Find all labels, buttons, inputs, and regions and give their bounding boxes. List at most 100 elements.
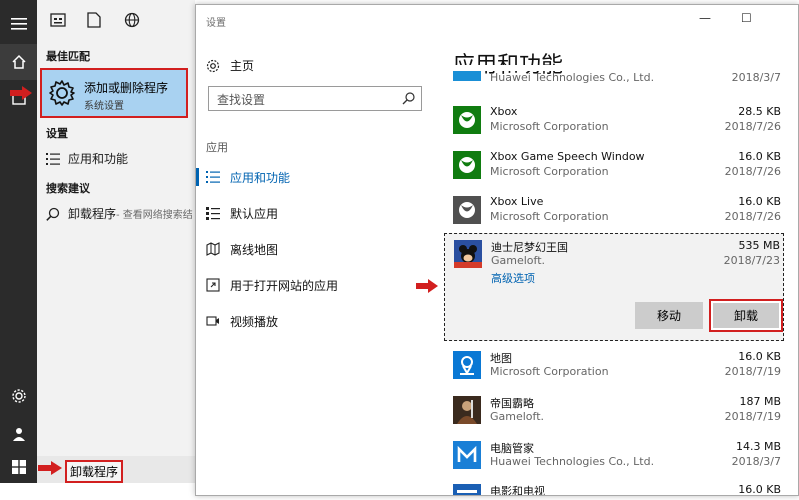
document-filter-icon[interactable] — [87, 12, 105, 30]
map-icon — [206, 242, 220, 256]
app-list-item[interactable]: 地图 Microsoft Corporation 16.0 KB 2018/7/… — [444, 345, 784, 390]
start-rail — [0, 0, 37, 500]
app-name: Xbox — [490, 105, 518, 118]
settings-result-label: 应用和功能 — [68, 152, 129, 166]
app-name: 电影和电视 — [490, 485, 545, 495]
disney-game-icon — [454, 240, 482, 268]
settings-search-input[interactable]: 查找设置 — [208, 86, 422, 111]
open-link-icon — [206, 278, 220, 292]
hamburger-menu-icon[interactable] — [0, 6, 37, 42]
app-publisher: Gameloft. — [490, 410, 545, 423]
app-date: 2018/7/26 — [724, 165, 781, 178]
app-list-item[interactable]: Xbox Microsoft Corporation 28.5 KB 2018/… — [444, 100, 784, 145]
app-list-item-partial[interactable]: 电影和电视 16.0 KB — [444, 478, 784, 495]
maximize-button[interactable]: ☐ — [741, 11, 752, 25]
app-date: 2018/3/7 — [731, 71, 781, 84]
app-size: 16.0 KB — [738, 150, 781, 163]
movies-tv-icon — [453, 484, 481, 495]
nav-home-label: 主页 — [230, 59, 255, 73]
video-icon — [206, 316, 219, 326]
app-date: 2018/3/7 — [731, 455, 781, 468]
nav-item-video-playback[interactable]: 视频播放 — [196, 303, 436, 339]
minimize-button[interactable]: — — [699, 11, 711, 25]
app-publisher: Microsoft Corporation — [490, 120, 609, 133]
app-list-item[interactable]: 帝国霸略 Gameloft. 187 MB 2018/7/19 — [444, 390, 784, 435]
taskbar-strip — [0, 483, 195, 500]
app-list-item[interactable]: 电脑管家 Huawei Technologies Co., Ltd. 14.3 … — [444, 435, 784, 480]
callout-arrow-icon — [38, 461, 62, 475]
app-size: 535 MB — [738, 239, 780, 252]
app-size: 16.0 KB — [738, 350, 781, 363]
empire-game-icon — [453, 396, 481, 424]
home-gear-icon — [206, 59, 220, 72]
nav-category-label: 应用 — [206, 141, 228, 154]
apps-filter-icon[interactable] — [50, 12, 68, 30]
app-size: 16.0 KB — [738, 195, 781, 208]
app-size: 28.5 KB — [738, 105, 781, 118]
app-list-item[interactable]: Xbox Live Microsoft Corporation 16.0 KB … — [444, 190, 784, 235]
app-name: 地图 — [490, 352, 512, 365]
nav-home[interactable]: 主页 — [206, 57, 254, 74]
best-match-title: 添加或删除程序 — [84, 81, 169, 95]
settings-gear-icon[interactable] — [0, 378, 37, 414]
web-suggestion[interactable]: 卸载程序 - 查看网络搜索结 — [46, 205, 193, 222]
app-name: 帝国霸略 — [490, 397, 534, 410]
nav-selection-indicator — [196, 168, 199, 186]
gear-icon — [49, 80, 75, 106]
settings-result-apps-features[interactable]: 应用和功能 — [46, 150, 128, 167]
app-size: 14.3 MB — [735, 440, 781, 453]
user-icon[interactable] — [0, 416, 37, 452]
app-size: 187 MB — [739, 395, 781, 408]
screenshot-root: 最佳匹配 添加或删除程序 系统设置 设置 应用和功能 搜索建议 卸载程序 - 查… — [0, 0, 799, 500]
list-icon — [206, 171, 220, 183]
search-icon — [46, 207, 60, 221]
nav-item-offline-maps[interactable]: 离线地图 — [196, 231, 436, 267]
callout-arrow-icon — [416, 279, 438, 293]
home-icon[interactable] — [0, 44, 37, 80]
app-name: Xbox Game Speech Window — [490, 150, 645, 163]
app-publisher: Microsoft Corporation — [490, 210, 609, 223]
settings-heading: 设置 — [46, 127, 68, 140]
uninstall-button-label: 卸载 — [713, 303, 779, 328]
settings-search-placeholder: 查找设置 — [217, 93, 266, 107]
xbox-icon — [453, 151, 481, 179]
suggestions-heading: 搜索建议 — [46, 182, 90, 195]
web-filter-icon[interactable] — [124, 12, 142, 30]
nav-item-apps-features[interactable]: 应用和功能 — [196, 159, 436, 195]
app-size: 16.0 KB — [738, 483, 781, 495]
list-clip — [444, 65, 798, 71]
nav-item-default-apps[interactable]: 默认应用 — [196, 195, 436, 231]
app-date: 2018/7/26 — [724, 210, 781, 223]
start-search-panel: 最佳匹配 添加或删除程序 系统设置 设置 应用和功能 搜索建议 卸载程序 - 查… — [37, 0, 195, 500]
settings-window: 设置 — ☐ 主页 查找设置 应用 应用和功能 默认应用 离线地图 用于打开网站… — [195, 4, 799, 496]
windows-start-icon[interactable] — [0, 450, 37, 484]
app-publisher: Huawei Technologies Co., Ltd. — [490, 455, 655, 468]
suggestion-sub: - 查看网络搜索结 — [116, 210, 193, 221]
nav-item-label: 离线地图 — [230, 242, 279, 257]
advanced-options-link[interactable]: 高级选项 — [491, 270, 535, 286]
app-publisher: Huawei Technologies Co., Ltd. — [490, 71, 655, 84]
window-title: 设置 — [206, 18, 226, 29]
maps-icon — [453, 351, 481, 379]
app-publisher: Microsoft Corporation — [490, 365, 609, 378]
search-icon — [402, 92, 415, 105]
nav-item-label: 视频播放 — [230, 314, 279, 329]
app-list-item-selected[interactable]: 迪士尼梦幻王国 Gameloft. 高级选项 535 MB 2018/7/23 … — [444, 233, 784, 341]
move-button[interactable]: 移动 — [635, 302, 703, 329]
nav-item-label: 用于打开网站的应用 — [230, 278, 339, 293]
app-date: 2018/7/23 — [723, 254, 780, 267]
app-publisher: Microsoft Corporation — [490, 165, 609, 178]
nav-item-label: 默认应用 — [230, 206, 279, 221]
nav-item-label: 应用和功能 — [230, 170, 291, 185]
pc-manager-icon — [453, 441, 481, 469]
app-publisher: Gameloft. — [491, 254, 546, 267]
search-query-text: 卸载程序 — [65, 460, 124, 483]
uninstall-button[interactable]: 卸载 — [709, 299, 783, 332]
best-match-result[interactable]: 添加或删除程序 系统设置 — [40, 68, 188, 118]
settings-nav: 主页 查找设置 应用 应用和功能 默认应用 离线地图 用于打开网站的应用 视频播… — [196, 35, 436, 495]
nav-item-apps-for-websites[interactable]: 用于打开网站的应用 — [196, 267, 436, 303]
app-date: 2018/7/19 — [724, 365, 781, 378]
best-match-subtitle: 系统设置 — [84, 101, 124, 112]
list-icon — [46, 152, 60, 165]
app-list-item[interactable]: Xbox Game Speech Window Microsoft Corpor… — [444, 145, 784, 190]
